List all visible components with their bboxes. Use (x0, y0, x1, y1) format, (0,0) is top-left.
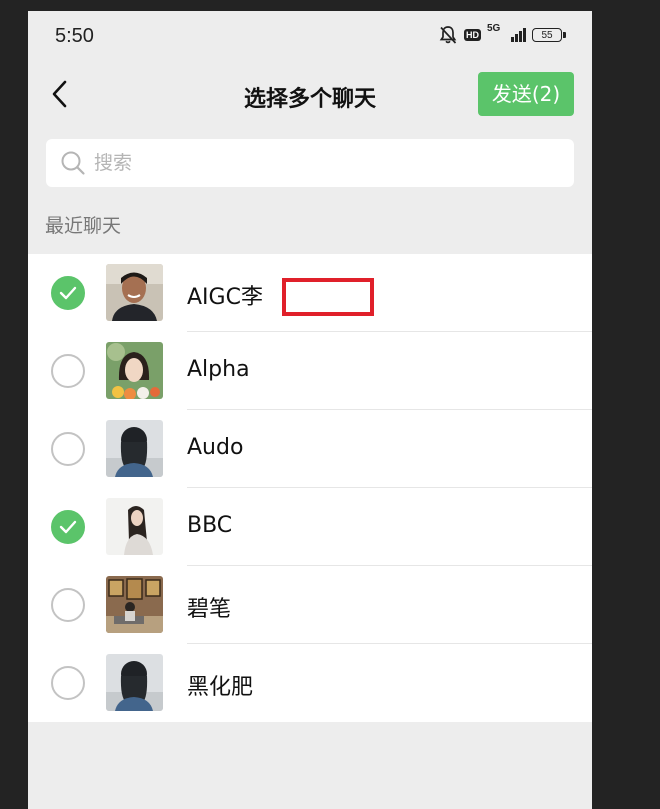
avatar (106, 498, 163, 555)
selection-checkbox[interactable] (51, 666, 85, 700)
chat-list: AIGC李 Alpha Audo BBC 碧笔 黑化肥 (28, 254, 592, 722)
status-icons: HD 5G 55 (438, 23, 566, 45)
battery-level: 55 (541, 29, 553, 41)
chat-row[interactable]: Alpha (28, 332, 592, 410)
phone-screen: 5:50 HD 5G 55 选择多个聊天 发送(2) 搜索 最近聊天 AIGC李… (28, 11, 592, 809)
status-time: 5:50 (55, 25, 94, 47)
avatar (106, 264, 163, 321)
selection-checkbox[interactable] (51, 276, 85, 310)
send-button[interactable]: 发送(2) (478, 72, 574, 116)
header: 选择多个聊天 发送(2) (28, 63, 592, 127)
search-icon (61, 151, 85, 175)
section-title-recent: 最近聊天 (45, 215, 122, 237)
redaction-box (282, 278, 374, 316)
status-bar: 5:50 HD 5G 55 (28, 11, 592, 63)
battery-icon: 55 (532, 28, 566, 42)
chat-name: AIGC李 (187, 285, 263, 310)
chat-name: Alpha (187, 357, 250, 382)
search-input[interactable] (92, 151, 516, 175)
selection-checkbox[interactable] (51, 354, 85, 388)
chat-name: 碧笔 (187, 597, 232, 622)
avatar (106, 342, 163, 399)
avatar (106, 654, 163, 711)
avatar (106, 576, 163, 633)
bell-muted-icon (439, 26, 457, 44)
chat-row[interactable]: 黑化肥 (28, 644, 592, 722)
chat-row[interactable]: Audo (28, 410, 592, 488)
search-bar[interactable] (46, 139, 574, 187)
chat-row[interactable]: 碧笔 (28, 566, 592, 644)
chat-name: Audo (187, 435, 244, 460)
selection-checkbox[interactable] (51, 510, 85, 544)
chat-row[interactable]: BBC (28, 488, 592, 566)
checkmark-icon (59, 520, 77, 534)
selection-checkbox[interactable] (51, 432, 85, 466)
chat-name: BBC (187, 513, 233, 538)
network-type: 5G (487, 23, 501, 34)
chat-row[interactable]: AIGC李 (28, 254, 592, 332)
hd-icon: HD (464, 29, 481, 41)
avatar (106, 420, 163, 477)
network-5g-icon: 5G (487, 23, 505, 45)
chat-name: 黑化肥 (187, 675, 254, 700)
signal-icon (511, 28, 526, 42)
selection-checkbox[interactable] (51, 588, 85, 622)
checkmark-icon (59, 286, 77, 300)
